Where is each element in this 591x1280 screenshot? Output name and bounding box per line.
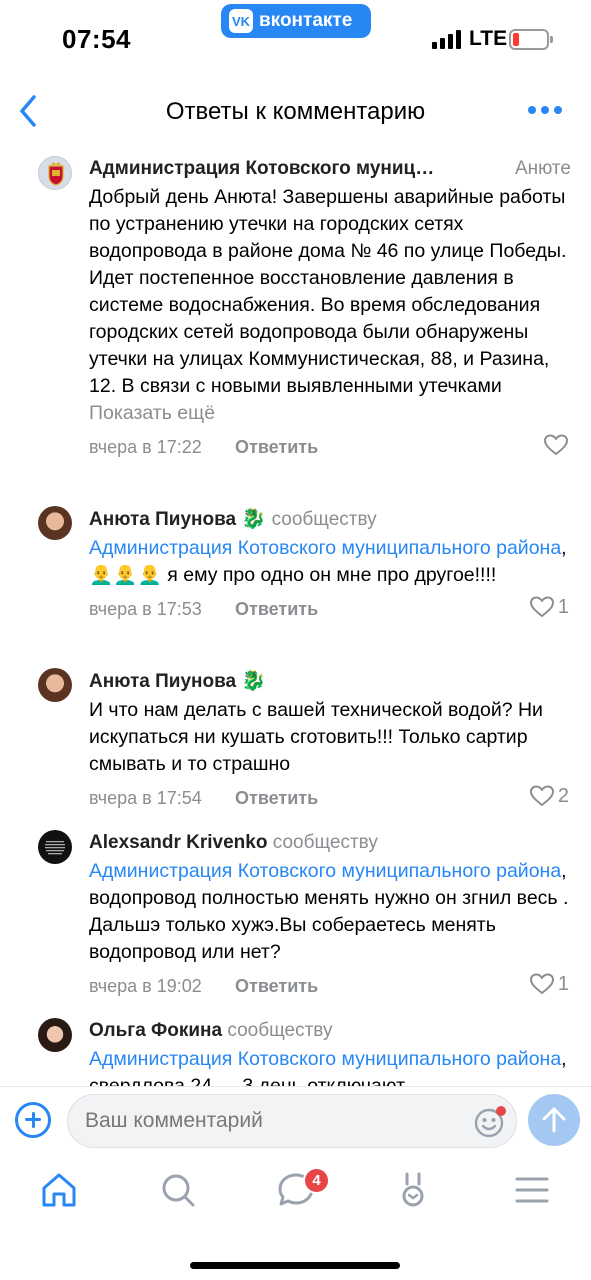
menu-icon[interactable] [512, 1170, 552, 1210]
search-icon[interactable] [158, 1170, 198, 1210]
like-count: 2 [557, 784, 569, 807]
vk-logo-icon: VK [229, 9, 253, 33]
avatar-text-pattern-icon [45, 841, 65, 855]
vk-pill-label: вконтакте [259, 10, 353, 31]
status-bar: 07:54 VK вконтакте LTE [0, 0, 591, 78]
dragon-emoji-icon: 🐉 [241, 508, 267, 530]
mention-link[interactable]: Администрация Котовского муниципального … [89, 537, 561, 559]
comment-reply-target[interactable]: сообществу [272, 509, 377, 530]
reply-button[interactable]: Ответить [235, 599, 318, 620]
comment-reply-target[interactable]: сообществу [273, 832, 378, 853]
status-time: 07:54 [62, 24, 131, 54]
home-icon[interactable] [39, 1170, 79, 1210]
add-attachment-icon[interactable] [15, 1102, 51, 1138]
comment-author[interactable]: Ольга Фокина [89, 1020, 222, 1041]
dragon-emoji-icon: 🐉 [241, 670, 267, 692]
clips-icon[interactable] [394, 1170, 434, 1210]
like-button[interactable]: 2 [529, 784, 569, 808]
comment-date: вчера в 17:53 [89, 599, 202, 619]
avatar[interactable] [38, 156, 72, 190]
header: Ответы к комментарию [0, 78, 591, 144]
mention-link[interactable]: Администрация Котовского муниципального … [89, 1048, 561, 1070]
avatar[interactable] [38, 830, 72, 864]
comment-author[interactable]: Анюта Пиунова [89, 509, 236, 530]
comment-date: вчера в 17:22 [89, 437, 202, 457]
like-count: 1 [557, 595, 569, 618]
mention-link[interactable]: Администрация Котовского муниципального … [89, 860, 561, 882]
reply-button[interactable]: Ответить [235, 788, 318, 809]
page-title: Ответы к комментарию [165, 98, 426, 125]
comment-text-block: Добрый день Анюта! Завершены аварийные р… [89, 184, 571, 427]
heart-icon [529, 973, 554, 995]
vk-app-pill[interactable]: VK вконтакте [221, 4, 371, 38]
comment-author[interactable]: Администрация Котовского муниц… [89, 158, 434, 179]
reply-button[interactable]: Ответить [235, 437, 318, 458]
emoji-icon[interactable] [473, 1105, 507, 1139]
avatar[interactable] [38, 1018, 72, 1052]
reply-button[interactable]: Ответить [235, 976, 318, 997]
comment-input-wrap[interactable] [67, 1094, 517, 1148]
battery-icon [509, 29, 553, 50]
messages-badge: 4 [303, 1167, 330, 1194]
avatar[interactable] [38, 506, 72, 540]
avatar[interactable] [38, 668, 72, 702]
more-dots-icon[interactable] [528, 106, 562, 114]
comments-list: Администрация Котовского муниц… Анюте До… [0, 144, 591, 1086]
like-button[interactable]: 1 [529, 595, 569, 619]
comment-reply-target[interactable]: сообществу [227, 1020, 332, 1041]
send-button[interactable] [528, 1094, 580, 1146]
comment-composer [0, 1086, 591, 1156]
comment-author[interactable]: Alexsandr Krivenko [89, 832, 267, 853]
comment-reply-target[interactable]: Анюте [515, 156, 571, 182]
comment-text: Добрый день Анюта! Завершены аварийные р… [89, 186, 567, 397]
comment-text: И что нам делать с вашей технической вод… [89, 699, 543, 775]
comment-date: вчера в 17:54 [89, 788, 202, 808]
network-type: LTE [469, 27, 508, 50]
home-indicator [190, 1262, 400, 1269]
heart-icon [529, 785, 554, 807]
like-button[interactable]: 1 [529, 972, 569, 996]
tab-bar: 4 [0, 1156, 591, 1280]
like-count: 1 [557, 972, 569, 995]
comment-date: вчера в 19:02 [89, 976, 202, 996]
arrow-up-icon [542, 1107, 566, 1133]
coat-of-arms-icon [48, 162, 64, 186]
comment-author[interactable]: Анюта Пиунова [89, 671, 236, 692]
signal-icon [432, 30, 461, 49]
comment-input[interactable] [85, 1095, 455, 1147]
heart-icon [543, 434, 569, 456]
show-more-link[interactable]: Показать ещё [89, 402, 215, 424]
heart-icon [529, 596, 554, 618]
like-button[interactable] [543, 433, 569, 457]
